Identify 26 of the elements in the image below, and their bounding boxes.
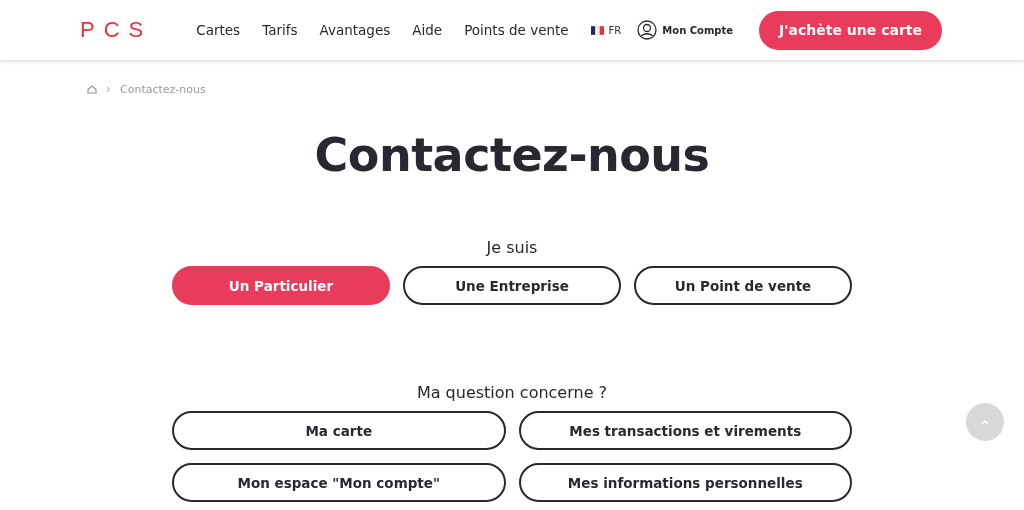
user-icon	[637, 20, 658, 40]
account-link[interactable]: Mon Compte	[637, 20, 734, 40]
section-label: Je suis	[486, 238, 538, 257]
flag-icon	[590, 25, 604, 35]
profile-option[interactable]: Un Particulier	[172, 266, 390, 305]
chevron-up-icon	[981, 419, 989, 425]
question-option[interactable]: Mes transactions et virements	[518, 411, 852, 450]
breadcrumb-current: Contactez-nous	[120, 82, 206, 96]
nav-link[interactable]: Avantages	[319, 22, 391, 38]
buy-card-button[interactable]: J'achète une carte	[759, 10, 942, 50]
language-selector[interactable]: FR	[608, 24, 622, 36]
question-option[interactable]: Mon espace "Mon compte"	[172, 463, 506, 502]
profile-option[interactable]: Un Point de vente	[634, 266, 852, 305]
section-label: Ma question concerne ?	[416, 383, 608, 402]
page-title: Contactez-nous	[313, 128, 711, 182]
question-option[interactable]: Ma carte	[172, 411, 506, 450]
home-icon[interactable]	[87, 84, 97, 94]
nav-link[interactable]: Tarifs	[262, 22, 298, 38]
nav-link[interactable]: Aide	[412, 22, 443, 38]
question-option[interactable]: Mes informations personnelles	[518, 463, 852, 502]
chevron-right-icon	[106, 85, 111, 93]
logo[interactable]: PCS	[80, 17, 153, 43]
scroll-top-button[interactable]	[966, 403, 1004, 441]
profile-option[interactable]: Une Entreprise	[403, 266, 621, 305]
nav-link[interactable]: Cartes	[196, 22, 241, 38]
nav-link[interactable]: Points de vente	[464, 22, 569, 38]
